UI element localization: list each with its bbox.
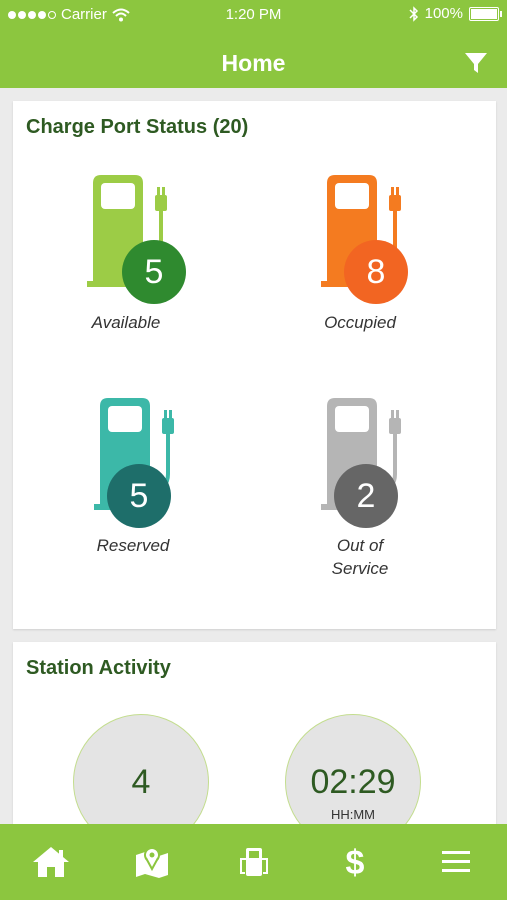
tab-map[interactable] [101, 824, 202, 900]
station-activity-card: Station Activity 4 02:29 HH:MM [13, 642, 496, 842]
tab-menu[interactable] [406, 824, 507, 900]
card-title: Charge Port Status (20) [26, 116, 249, 138]
count-badge: 5 [122, 240, 186, 304]
tab-billing[interactable]: $ [304, 824, 405, 900]
status-bar: Carrier 1:20 PM 100% [0, 0, 507, 30]
port-out-of-service[interactable]: 2 Out of Service [260, 396, 460, 580]
tab-stations[interactable] [203, 824, 304, 900]
filter-icon[interactable] [463, 50, 489, 76]
metric-unit: HH:MM [330, 807, 376, 822]
map-icon [136, 847, 169, 878]
battery-icon [469, 6, 502, 21]
nav-bar: Home [0, 30, 507, 88]
port-label: Reserved [96, 536, 170, 555]
tab-home[interactable] [0, 824, 101, 900]
duration-metric[interactable]: 02:29 HH:MM [285, 714, 421, 842]
port-label: Available [91, 313, 161, 332]
bluetooth-icon [409, 5, 418, 22]
battery-percent: 100% [424, 5, 463, 22]
home-icon [32, 847, 69, 877]
charger-icon [239, 848, 268, 876]
count-badge: 2 [334, 464, 398, 528]
sessions-metric[interactable]: 4 [73, 714, 209, 842]
port-reserved[interactable]: 5 Reserved [33, 396, 233, 557]
page-title: Home [221, 50, 286, 76]
port-label: Out of Service [331, 536, 389, 578]
charge-port-status-card: Charge Port Status (20) 5 Available 8 Oc… [13, 101, 496, 629]
metric-value: 02:29 [310, 763, 396, 801]
svg-text:$: $ [345, 844, 364, 880]
count-badge: 8 [344, 240, 408, 304]
count-badge: 5 [107, 464, 171, 528]
card-title: Station Activity [26, 657, 171, 679]
tab-bar: $ [0, 824, 507, 900]
dollar-icon: $ [345, 844, 364, 880]
port-label: Occupied [324, 313, 396, 332]
menu-icon [442, 851, 471, 872]
port-available[interactable]: 5 Available [26, 173, 226, 334]
metric-value: 4 [131, 763, 151, 801]
port-occupied[interactable]: 8 Occupied [260, 173, 460, 334]
